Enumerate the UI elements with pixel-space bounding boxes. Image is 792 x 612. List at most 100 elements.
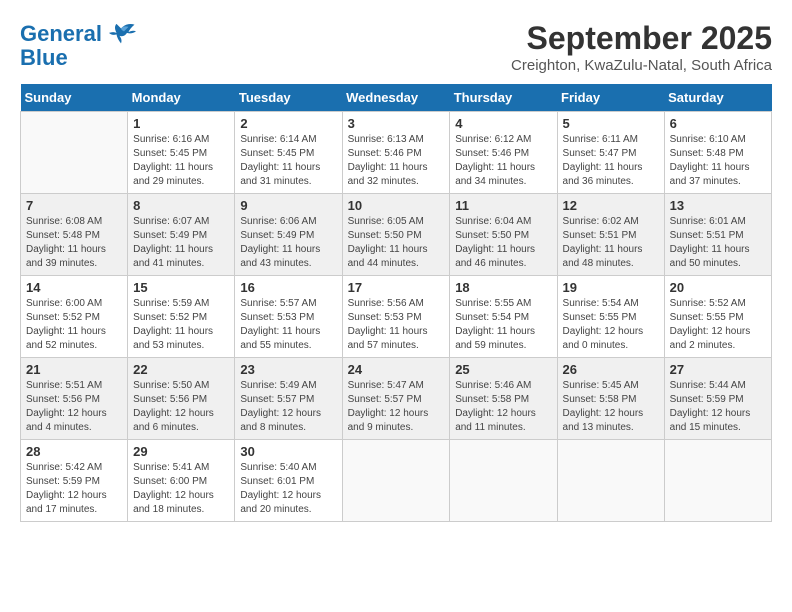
calendar-cell: 11 Sunrise: 6:04 AMSunset: 5:50 PMDayligh… bbox=[450, 194, 557, 276]
page-subtitle: Creighton, KwaZulu-Natal, South Africa bbox=[511, 57, 772, 74]
calendar-cell: 27 Sunrise: 5:44 AMSunset: 5:59 PMDayligh… bbox=[664, 358, 771, 440]
calendar-cell: 10 Sunrise: 6:05 AMSunset: 5:50 PMDayligh… bbox=[342, 194, 450, 276]
calendar-cell: 13 Sunrise: 6:01 AMSunset: 5:51 PMDayligh… bbox=[664, 194, 771, 276]
calendar-header-row: SundayMondayTuesdayWednesdayThursdayFrid… bbox=[21, 84, 772, 112]
calendar-cell: 18 Sunrise: 5:55 AMSunset: 5:54 PMDayligh… bbox=[450, 276, 557, 358]
calendar-cell: 2Sunrise: 6:14 AMSunset: 5:45 PMDaylight… bbox=[235, 112, 342, 194]
calendar-week-row: 14 Sunrise: 6:00 AMSunset: 5:52 PMDayligh… bbox=[21, 276, 772, 358]
day-number: 7 bbox=[26, 198, 122, 213]
day-info: Sunrise: 6:02 AMSunset: 5:51 PMDaylight:… bbox=[563, 215, 659, 271]
day-number: 23 bbox=[240, 362, 336, 377]
calendar-header-friday: Friday bbox=[557, 84, 664, 112]
calendar-cell: 8 Sunrise: 6:07 AMSunset: 5:49 PMDaylight… bbox=[128, 194, 235, 276]
day-info: Sunrise: 6:04 AMSunset: 5:50 PMDaylight:… bbox=[455, 215, 551, 271]
day-info: Sunrise: 6:12 AMSunset: 5:46 PMDaylight:… bbox=[455, 133, 551, 189]
calendar-week-row: 7Sunrise: 6:08 AMSunset: 5:48 PMDaylight… bbox=[21, 194, 772, 276]
calendar-header-thursday: Thursday bbox=[450, 84, 557, 112]
page-title: September 2025 bbox=[511, 20, 772, 57]
day-info: Sunrise: 5:49 AMSunset: 5:57 PMDaylight:… bbox=[240, 379, 336, 435]
day-info: Sunrise: 5:51 AMSunset: 5:56 PMDaylight:… bbox=[26, 379, 122, 435]
calendar-cell bbox=[557, 440, 664, 522]
day-info: Sunrise: 5:46 AMSunset: 5:58 PMDaylight:… bbox=[455, 379, 551, 435]
day-info: Sunrise: 5:56 AMSunset: 5:53 PMDaylight:… bbox=[348, 297, 445, 353]
day-number: 6 bbox=[670, 116, 766, 131]
day-info: Sunrise: 5:54 AMSunset: 5:55 PMDaylight:… bbox=[563, 297, 659, 353]
day-info: Sunrise: 5:47 AMSunset: 5:57 PMDaylight:… bbox=[348, 379, 445, 435]
calendar-cell bbox=[664, 440, 771, 522]
calendar-cell bbox=[342, 440, 450, 522]
day-info: Sunrise: 5:59 AMSunset: 5:52 PMDaylight:… bbox=[133, 297, 229, 353]
day-info: Sunrise: 6:07 AMSunset: 5:49 PMDaylight:… bbox=[133, 215, 229, 271]
day-info: Sunrise: 6:00 AMSunset: 5:52 PMDaylight:… bbox=[26, 297, 122, 353]
logo-bird-icon bbox=[106, 20, 136, 48]
day-number: 16 bbox=[240, 280, 336, 295]
day-info: Sunrise: 5:52 AMSunset: 5:55 PMDaylight:… bbox=[670, 297, 766, 353]
calendar-cell: 30 Sunrise: 5:40 AMSunset: 6:01 PMDayligh… bbox=[235, 440, 342, 522]
logo: General Blue bbox=[20, 20, 136, 70]
calendar-cell: 7Sunrise: 6:08 AMSunset: 5:48 PMDaylight… bbox=[21, 194, 128, 276]
day-number: 2 bbox=[240, 116, 336, 131]
calendar-cell: 20 Sunrise: 5:52 AMSunset: 5:55 PMDayligh… bbox=[664, 276, 771, 358]
day-number: 11 bbox=[455, 198, 551, 213]
calendar-cell: 3Sunrise: 6:13 AMSunset: 5:46 PMDaylight… bbox=[342, 112, 450, 194]
calendar-table: SundayMondayTuesdayWednesdayThursdayFrid… bbox=[20, 84, 772, 522]
calendar-cell: 14 Sunrise: 6:00 AMSunset: 5:52 PMDayligh… bbox=[21, 276, 128, 358]
calendar-cell: 15 Sunrise: 5:59 AMSunset: 5:52 PMDayligh… bbox=[128, 276, 235, 358]
day-number: 25 bbox=[455, 362, 551, 377]
calendar-cell: 5Sunrise: 6:11 AMSunset: 5:47 PMDaylight… bbox=[557, 112, 664, 194]
day-info: Sunrise: 5:41 AMSunset: 6:00 PMDaylight:… bbox=[133, 461, 229, 517]
calendar-cell bbox=[450, 440, 557, 522]
day-number: 24 bbox=[348, 362, 445, 377]
day-number: 5 bbox=[563, 116, 659, 131]
header: General Blue September 2025 Creighton, K… bbox=[20, 20, 772, 74]
day-info: Sunrise: 5:50 AMSunset: 5:56 PMDaylight:… bbox=[133, 379, 229, 435]
calendar-header-monday: Monday bbox=[128, 84, 235, 112]
day-number: 26 bbox=[563, 362, 659, 377]
calendar-cell: 4Sunrise: 6:12 AMSunset: 5:46 PMDaylight… bbox=[450, 112, 557, 194]
calendar-cell: 19 Sunrise: 5:54 AMSunset: 5:55 PMDayligh… bbox=[557, 276, 664, 358]
day-number: 9 bbox=[240, 198, 336, 213]
day-number: 21 bbox=[26, 362, 122, 377]
calendar-cell: 28 Sunrise: 5:42 AMSunset: 5:59 PMDayligh… bbox=[21, 440, 128, 522]
day-info: Sunrise: 5:44 AMSunset: 5:59 PMDaylight:… bbox=[670, 379, 766, 435]
calendar-cell: 29 Sunrise: 5:41 AMSunset: 6:00 PMDayligh… bbox=[128, 440, 235, 522]
calendar-cell: 21 Sunrise: 5:51 AMSunset: 5:56 PMDayligh… bbox=[21, 358, 128, 440]
day-info: Sunrise: 6:05 AMSunset: 5:50 PMDaylight:… bbox=[348, 215, 445, 271]
day-info: Sunrise: 5:40 AMSunset: 6:01 PMDaylight:… bbox=[240, 461, 336, 517]
calendar-cell: 25 Sunrise: 5:46 AMSunset: 5:58 PMDayligh… bbox=[450, 358, 557, 440]
day-number: 19 bbox=[563, 280, 659, 295]
calendar-week-row: 28 Sunrise: 5:42 AMSunset: 5:59 PMDayligh… bbox=[21, 440, 772, 522]
day-number: 13 bbox=[670, 198, 766, 213]
day-number: 12 bbox=[563, 198, 659, 213]
day-number: 15 bbox=[133, 280, 229, 295]
calendar-week-row: 21 Sunrise: 5:51 AMSunset: 5:56 PMDayligh… bbox=[21, 358, 772, 440]
title-area: September 2025 Creighton, KwaZulu-Natal,… bbox=[511, 20, 772, 74]
calendar-cell: 24 Sunrise: 5:47 AMSunset: 5:57 PMDayligh… bbox=[342, 358, 450, 440]
day-number: 29 bbox=[133, 444, 229, 459]
day-number: 8 bbox=[133, 198, 229, 213]
calendar-cell: 9 Sunrise: 6:06 AMSunset: 5:49 PMDaylight… bbox=[235, 194, 342, 276]
calendar-cell: 26 Sunrise: 5:45 AMSunset: 5:58 PMDayligh… bbox=[557, 358, 664, 440]
calendar-cell: 23 Sunrise: 5:49 AMSunset: 5:57 PMDayligh… bbox=[235, 358, 342, 440]
day-number: 27 bbox=[670, 362, 766, 377]
day-info: Sunrise: 5:42 AMSunset: 5:59 PMDaylight:… bbox=[26, 461, 122, 517]
day-info: Sunrise: 5:45 AMSunset: 5:58 PMDaylight:… bbox=[563, 379, 659, 435]
day-number: 30 bbox=[240, 444, 336, 459]
calendar-header-tuesday: Tuesday bbox=[235, 84, 342, 112]
day-number: 10 bbox=[348, 198, 445, 213]
day-info: Sunrise: 6:01 AMSunset: 5:51 PMDaylight:… bbox=[670, 215, 766, 271]
calendar-cell: 16Sunrise: 5:57 AMSunset: 5:53 PMDayligh… bbox=[235, 276, 342, 358]
day-number: 18 bbox=[455, 280, 551, 295]
day-number: 20 bbox=[670, 280, 766, 295]
calendar-cell: 17 Sunrise: 5:56 AMSunset: 5:53 PMDayligh… bbox=[342, 276, 450, 358]
day-info: Sunrise: 5:55 AMSunset: 5:54 PMDaylight:… bbox=[455, 297, 551, 353]
logo-blue: Blue bbox=[20, 46, 136, 70]
day-number: 3 bbox=[348, 116, 445, 131]
calendar-header-wednesday: Wednesday bbox=[342, 84, 450, 112]
day-number: 28 bbox=[26, 444, 122, 459]
day-number: 14 bbox=[26, 280, 122, 295]
day-number: 17 bbox=[348, 280, 445, 295]
day-number: 22 bbox=[133, 362, 229, 377]
calendar-week-row: 1Sunrise: 6:16 AMSunset: 5:45 PMDaylight… bbox=[21, 112, 772, 194]
day-info: Sunrise: 6:06 AMSunset: 5:49 PMDaylight:… bbox=[240, 215, 336, 271]
